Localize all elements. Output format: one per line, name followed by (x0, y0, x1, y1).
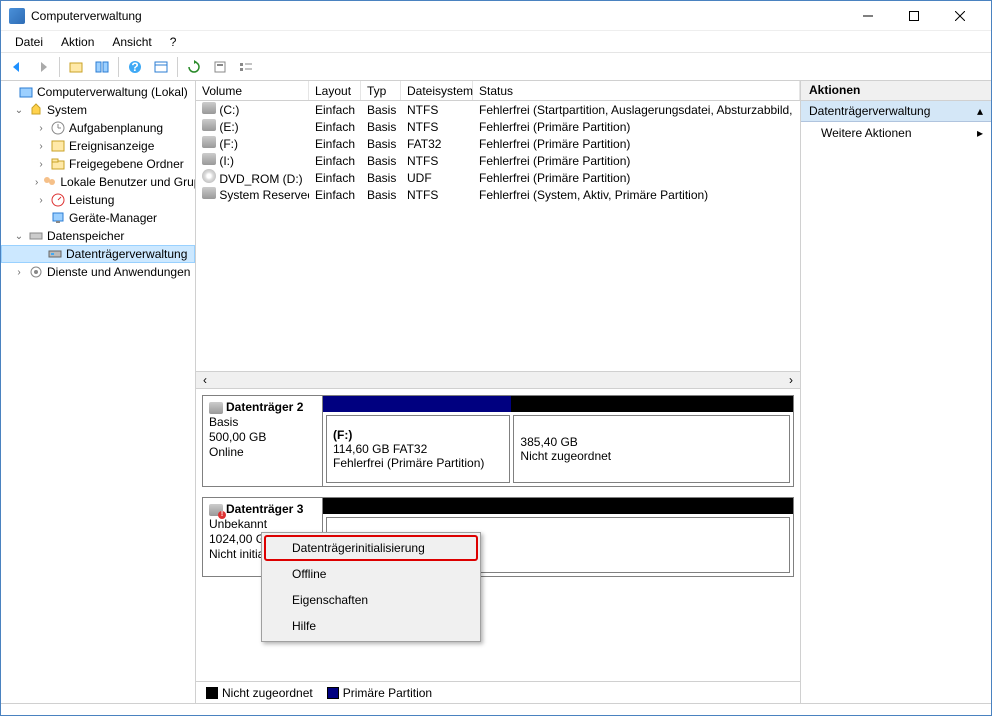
disk-icon (202, 119, 216, 131)
legend: Nicht zugeordnet Primäre Partition (196, 681, 800, 703)
disk-icon (202, 153, 216, 165)
col-type[interactable]: Typ (361, 81, 401, 100)
col-status[interactable]: Status (473, 81, 800, 100)
context-offline[interactable]: Offline (264, 561, 478, 587)
volume-row[interactable]: (I:)EinfachBasisNTFSFehlerfrei (Primäre … (196, 152, 800, 169)
tree-device-manager[interactable]: Geräte-Manager (1, 209, 195, 227)
partition-header-unallocated (323, 498, 793, 514)
volume-row[interactable]: System ReservedEinfachBasisNTFSFehlerfre… (196, 186, 800, 203)
volume-row[interactable]: DVD_ROM (D:)EinfachBasisUDFFehlerfrei (P… (196, 169, 800, 186)
tree-local-users[interactable]: ›Lokale Benutzer und Gruppen (1, 173, 195, 191)
volume-list-header: Volume Layout Typ Dateisystem Status (196, 81, 800, 101)
actions-section[interactable]: Datenträgerverwaltung▴ (801, 101, 991, 122)
status-bar (1, 703, 991, 715)
partition-unallocated[interactable]: 385,40 GB Nicht zugeordnet (513, 415, 790, 483)
volume-row[interactable]: (F:)EinfachBasisFAT32Fehlerfrei (Primäre… (196, 135, 800, 152)
volume-list[interactable]: (C:)EinfachBasisNTFSFehlerfrei (Startpar… (196, 101, 800, 371)
collapse-icon: ▴ (977, 104, 983, 118)
col-filesystem[interactable]: Dateisystem (401, 81, 473, 100)
context-help[interactable]: Hilfe (264, 613, 478, 639)
scroll-left-icon[interactable]: ‹ (196, 372, 214, 388)
menu-bar: Datei Aktion Ansicht ? (1, 31, 991, 53)
refresh-button[interactable] (182, 56, 206, 78)
volume-row[interactable]: (E:)EinfachBasisNTFSFehlerfrei (Primäre … (196, 118, 800, 135)
actions-more[interactable]: Weitere Aktionen▸ (801, 122, 991, 144)
close-button[interactable] (937, 1, 983, 31)
svg-text:?: ? (131, 60, 138, 74)
actions-pane: Aktionen Datenträgerverwaltung▴ Weitere … (801, 81, 991, 703)
context-menu[interactable]: Datenträgerinitialisierung Offline Eigen… (261, 532, 481, 642)
actions-header: Aktionen (801, 81, 991, 101)
help-button[interactable]: ? (123, 56, 147, 78)
partition-f[interactable]: (F:) 114,60 GB FAT32 Fehlerfrei (Primäre… (326, 415, 510, 483)
list-button[interactable] (234, 56, 258, 78)
up-button[interactable] (64, 56, 88, 78)
toolbar: ? (1, 53, 991, 81)
partition-header-unallocated (511, 396, 793, 412)
minimize-button[interactable] (845, 1, 891, 31)
tree-disk-management[interactable]: Datenträgerverwaltung (1, 245, 195, 263)
cd-icon (202, 169, 216, 183)
settings-button[interactable] (208, 56, 232, 78)
context-initialize-disk[interactable]: Datenträgerinitialisierung (264, 535, 478, 561)
tree-root[interactable]: Computerverwaltung (Lokal) (1, 83, 195, 101)
properties-button[interactable] (149, 56, 173, 78)
menu-file[interactable]: Datei (7, 32, 51, 52)
forward-button[interactable] (31, 56, 55, 78)
tree-system[interactable]: ⌄System (1, 101, 195, 119)
window-title: Computerverwaltung (31, 9, 845, 23)
disk-row[interactable]: Datenträger 2 Basis 500,00 GB Online (F:… (202, 395, 794, 487)
menu-action[interactable]: Aktion (53, 32, 102, 52)
tree-services[interactable]: ›Dienste und Anwendungen (1, 263, 195, 281)
show-hide-button[interactable] (90, 56, 114, 78)
col-volume[interactable]: Volume (196, 81, 309, 100)
disk-info[interactable]: Datenträger 2 Basis 500,00 GB Online (203, 396, 323, 486)
legend-swatch-unallocated (206, 687, 218, 699)
nav-tree[interactable]: Computerverwaltung (Lokal) ⌄System ›Aufg… (1, 81, 196, 703)
col-layout[interactable]: Layout (309, 81, 361, 100)
submenu-icon: ▸ (977, 126, 983, 140)
scroll-right-icon[interactable]: › (782, 372, 800, 388)
disk-icon (202, 136, 216, 148)
horizontal-scrollbar[interactable]: ‹ › (196, 371, 800, 389)
partition-header-primary (323, 396, 511, 412)
tree-performance[interactable]: ›Leistung (1, 191, 195, 209)
legend-swatch-primary (327, 687, 339, 699)
disk-icon (202, 102, 216, 114)
tree-event-viewer[interactable]: ›Ereignisanzeige (1, 137, 195, 155)
back-button[interactable] (5, 56, 29, 78)
title-bar: Computerverwaltung (1, 1, 991, 31)
disk-icon (209, 402, 223, 414)
disk-icon (202, 187, 216, 199)
context-properties[interactable]: Eigenschaften (264, 587, 478, 613)
disk-icon: ! (209, 504, 223, 516)
volume-row[interactable]: (C:)EinfachBasisNTFSFehlerfrei (Startpar… (196, 101, 800, 118)
app-icon (9, 8, 25, 24)
maximize-button[interactable] (891, 1, 937, 31)
tree-storage[interactable]: ⌄Datenspeicher (1, 227, 195, 245)
tree-shared-folders[interactable]: ›Freigegebene Ordner (1, 155, 195, 173)
tree-task-scheduler[interactable]: ›Aufgabenplanung (1, 119, 195, 137)
menu-help[interactable]: ? (162, 32, 185, 52)
menu-view[interactable]: Ansicht (104, 32, 159, 52)
